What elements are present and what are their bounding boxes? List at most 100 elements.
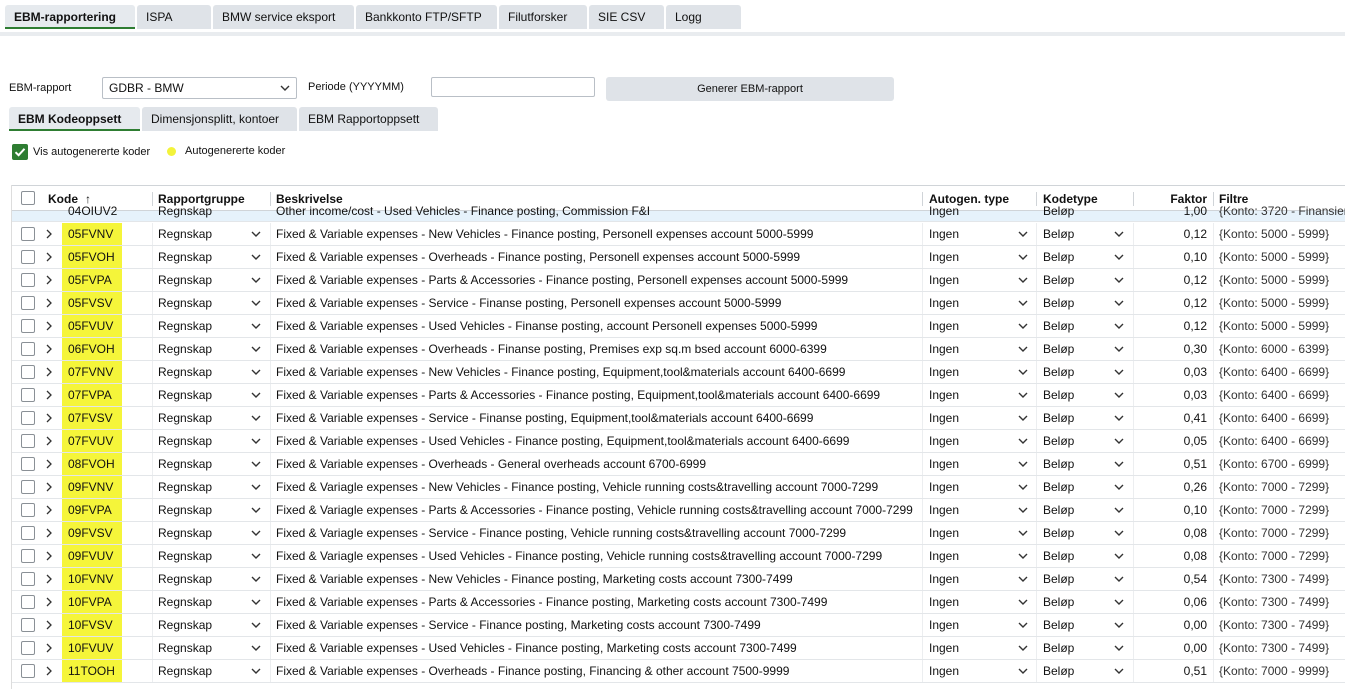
- row-group[interactable]: Regnskap: [158, 660, 212, 682]
- row-group[interactable]: Regnskap: [158, 430, 212, 452]
- row-autogen[interactable]: Ingen: [929, 568, 959, 590]
- expand-row-icon[interactable]: [45, 505, 53, 515]
- autogen-dropdown-icon[interactable]: [1018, 506, 1028, 514]
- row-type[interactable]: Beløp: [1043, 476, 1074, 498]
- row-type[interactable]: Beløp: [1043, 614, 1074, 636]
- group-dropdown-icon[interactable]: [251, 621, 261, 629]
- row-type[interactable]: Beløp: [1043, 223, 1074, 245]
- row-autogen[interactable]: Ingen: [929, 522, 959, 544]
- row-group[interactable]: Regnskap: [158, 568, 212, 590]
- expand-row-icon[interactable]: [45, 298, 53, 308]
- row-checkbox[interactable]: [21, 250, 35, 264]
- row-group[interactable]: Regnskap: [158, 246, 212, 268]
- row-checkbox[interactable]: [21, 365, 35, 379]
- type-dropdown-icon[interactable]: [1114, 253, 1124, 261]
- row-group[interactable]: Regnskap: [158, 545, 212, 567]
- row-autogen[interactable]: Ingen: [929, 315, 959, 337]
- expand-row-icon[interactable]: [45, 528, 53, 538]
- type-dropdown-icon[interactable]: [1114, 598, 1124, 606]
- generate-report-button[interactable]: Generer EBM-rapport: [606, 77, 894, 101]
- row-group[interactable]: Regnskap: [158, 315, 212, 337]
- row-checkbox[interactable]: [21, 549, 35, 563]
- type-dropdown-icon[interactable]: [1114, 529, 1124, 537]
- expand-row-icon[interactable]: [45, 666, 53, 676]
- row-checkbox[interactable]: [21, 595, 35, 609]
- tab-filutforsker[interactable]: Filutforsker: [499, 5, 587, 29]
- group-dropdown-icon[interactable]: [251, 368, 261, 376]
- type-dropdown-icon[interactable]: [1114, 460, 1124, 468]
- row-group[interactable]: Regnskap: [158, 269, 212, 291]
- row-group[interactable]: Regnskap: [158, 407, 212, 429]
- row-checkbox[interactable]: [21, 457, 35, 471]
- row-checkbox[interactable]: [21, 227, 35, 241]
- row-checkbox[interactable]: [21, 296, 35, 310]
- tab-ispa[interactable]: ISPA: [137, 5, 211, 29]
- row-autogen[interactable]: Ingen: [929, 246, 959, 268]
- group-dropdown-icon[interactable]: [251, 322, 261, 330]
- row-type[interactable]: Beløp: [1043, 384, 1074, 406]
- expand-row-icon[interactable]: [45, 367, 53, 377]
- autogen-dropdown-icon[interactable]: [1018, 552, 1028, 560]
- select-all-checkbox[interactable]: [21, 191, 35, 205]
- autogen-dropdown-icon[interactable]: [1018, 621, 1028, 629]
- row-type[interactable]: Beløp: [1043, 361, 1074, 383]
- autogen-dropdown-icon[interactable]: [1018, 322, 1028, 330]
- autogen-dropdown-icon[interactable]: [1018, 437, 1028, 445]
- row-autogen[interactable]: Ingen: [929, 499, 959, 521]
- row-type[interactable]: Beløp: [1043, 453, 1074, 475]
- row-autogen[interactable]: Ingen: [929, 407, 959, 429]
- table-row[interactable]: 06FVOH Regnskap Fixed & Variable expenses …: [12, 338, 1345, 361]
- type-dropdown-icon[interactable]: [1114, 299, 1124, 307]
- table-row[interactable]: 10FVPA Regnskap Fixed & Variable expenses …: [12, 591, 1345, 614]
- row-group[interactable]: Regnskap: [158, 453, 212, 475]
- tab-ebm-rapportering[interactable]: EBM-rapportering: [5, 5, 135, 29]
- row-checkbox[interactable]: [21, 480, 35, 494]
- row-group[interactable]: Regnskap: [158, 292, 212, 314]
- autogen-dropdown-icon[interactable]: [1018, 575, 1028, 583]
- row-group[interactable]: Regnskap: [158, 499, 212, 521]
- group-dropdown-icon[interactable]: [251, 230, 261, 238]
- row-checkbox[interactable]: [21, 572, 35, 586]
- row-autogen[interactable]: Ingen: [929, 430, 959, 452]
- group-dropdown-icon[interactable]: [251, 529, 261, 537]
- autogen-dropdown-icon[interactable]: [1018, 299, 1028, 307]
- row-autogen[interactable]: Ingen: [929, 453, 959, 475]
- table-row[interactable]: 07FVUV Regnskap Fixed & Variable expenses …: [12, 430, 1345, 453]
- row-checkbox[interactable]: [21, 526, 35, 540]
- type-dropdown-icon[interactable]: [1114, 644, 1124, 652]
- table-row-partial[interactable]: 04OIUV2 Regnskap Other income/cost - Use…: [12, 204, 1345, 222]
- type-dropdown-icon[interactable]: [1114, 322, 1124, 330]
- row-checkbox[interactable]: [21, 388, 35, 402]
- table-row[interactable]: 09FVSV Regnskap Fixed & Variagle expenses …: [12, 522, 1345, 545]
- row-group[interactable]: Regnskap: [158, 476, 212, 498]
- row-type[interactable]: Beløp: [1043, 568, 1074, 590]
- row-autogen[interactable]: Ingen: [929, 476, 959, 498]
- row-checkbox[interactable]: [21, 503, 35, 517]
- type-dropdown-icon[interactable]: [1114, 391, 1124, 399]
- autogen-dropdown-icon[interactable]: [1018, 460, 1028, 468]
- show-auto-checkbox[interactable]: [12, 144, 28, 160]
- autogen-dropdown-icon[interactable]: [1018, 391, 1028, 399]
- expand-row-icon[interactable]: [45, 321, 53, 331]
- row-group[interactable]: Regnskap: [158, 361, 212, 383]
- tab-sie-csv[interactable]: SIE CSV: [589, 5, 664, 29]
- row-checkbox[interactable]: [21, 273, 35, 287]
- row-checkbox[interactable]: [21, 641, 35, 655]
- expand-row-icon[interactable]: [45, 574, 53, 584]
- type-dropdown-icon[interactable]: [1114, 414, 1124, 422]
- table-row[interactable]: 07FVSV Regnskap Fixed & Variable expenses …: [12, 407, 1345, 430]
- expand-row-icon[interactable]: [45, 459, 53, 469]
- row-checkbox[interactable]: [21, 411, 35, 425]
- expand-row-icon[interactable]: [45, 643, 53, 653]
- table-row[interactable]: 05FVSV Regnskap Fixed & Variable expenses …: [12, 292, 1345, 315]
- row-group[interactable]: Regnskap: [158, 614, 212, 636]
- type-dropdown-icon[interactable]: [1114, 437, 1124, 445]
- row-checkbox[interactable]: [21, 319, 35, 333]
- autogen-dropdown-icon[interactable]: [1018, 368, 1028, 376]
- row-type[interactable]: Beløp: [1043, 637, 1074, 659]
- autogen-dropdown-icon[interactable]: [1018, 276, 1028, 284]
- row-type[interactable]: Beløp: [1043, 407, 1074, 429]
- table-row[interactable]: 09FVUV Regnskap Fixed & Variagle expenses …: [12, 545, 1345, 568]
- type-dropdown-icon[interactable]: [1114, 506, 1124, 514]
- group-dropdown-icon[interactable]: [251, 391, 261, 399]
